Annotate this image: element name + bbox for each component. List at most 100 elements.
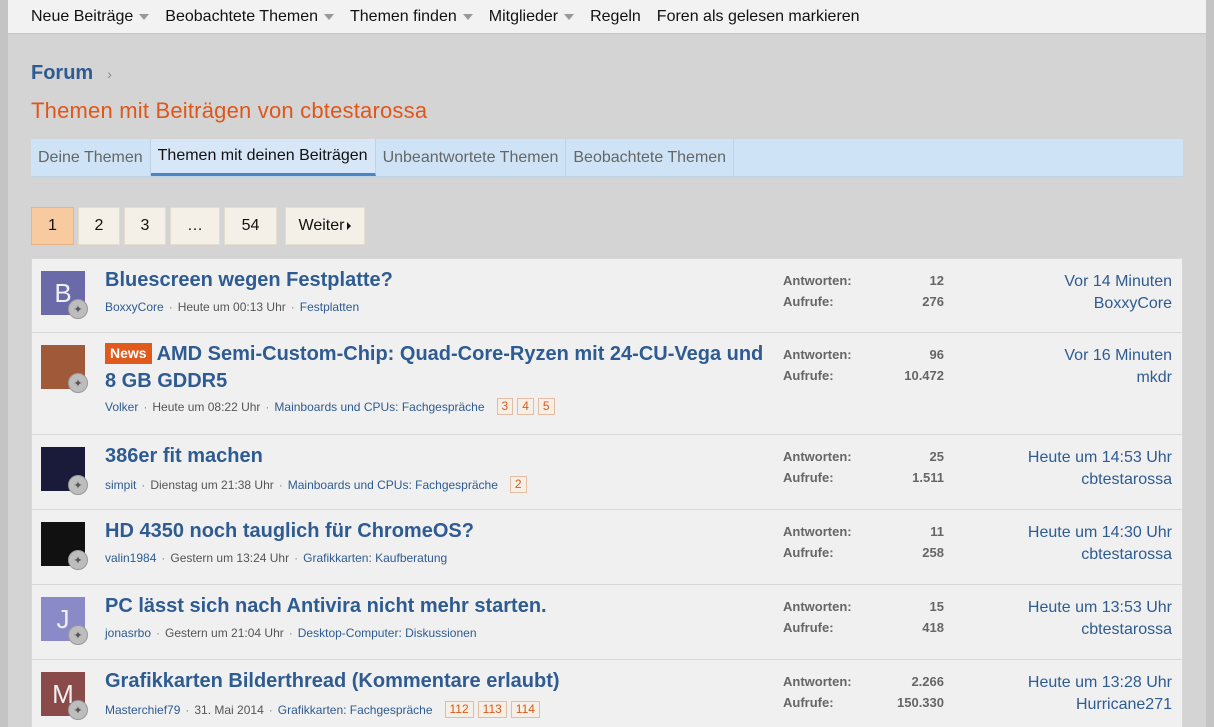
page-button[interactable]: … [170,207,220,245]
nav-item-label: Mitglieder [488,7,559,25]
thread-title-text: Grafikkarten Bilderthread (Kommentare er… [105,670,560,692]
thread-title-link[interactable]: Grafikkarten Bilderthread (Kommentare er… [105,668,765,695]
latest-post-user-link[interactable]: cbtestarossa [1028,619,1172,641]
tab-2[interactable]: Unbeantwortete Themen [376,139,567,176]
views-line: Aufrufe: 418 [783,617,944,638]
nav-item-1[interactable]: Beobachtete Themen [165,8,334,26]
nav-item-5[interactable]: Foren als gelesen markieren [657,8,860,26]
latest-post: Heute um 13:53 Uhr cbtestarossa [1028,597,1172,641]
thread-row: B ✦ Bluescreen wegen Festplatte? BoxxyCore ·… [32,259,1182,333]
replies-label: Antworten: [783,449,852,464]
thread-forum-link[interactable]: Desktop-Computer: Diskussionen [298,626,477,640]
views-count: 1.511 [912,470,944,485]
breadcrumb: Forum › [31,62,112,85]
thread-meta: jonasrbo · Gestern um 21:04 Uhr · Desktop-Co… [105,626,477,640]
thread-author-link[interactable]: jonasrbo [105,626,151,640]
nav-item-3[interactable]: Mitglieder [488,7,575,26]
thread-filter-tabs: Deine Themen Themen mit deinen Beiträgen U… [31,139,1183,177]
thread-stats: Antworten: 25 Aufrufe: 1.511 [783,446,944,488]
replies-line: Antworten: 12 [783,270,944,291]
thread-forum-link[interactable]: Festplatten [300,300,359,314]
tab-1[interactable]: Themen mit deinen Beiträgen [150,139,376,176]
news-prefix-badge[interactable]: News [105,343,152,364]
nav-item-0[interactable]: Neue Beiträge [31,8,150,26]
page-button[interactable]: 3 [124,207,166,245]
thread-stats: Antworten: 11 Aufrufe: 258 [783,521,944,563]
views-line: Aufrufe: 10.472 [783,365,944,386]
thread-start-date: Gestern um 13:24 Uhr [170,551,290,565]
thread-title-link[interactable]: PC lässt sich nach Antivira nicht mehr s… [105,593,765,620]
thread-stats: Antworten: 96 Aufrufe: 10.472 [783,344,944,386]
thread-forum-link[interactable]: Grafikkarten: Fachgespräche [278,703,433,717]
replies-label: Antworten: [783,273,852,288]
thread-meta: Volker · Heute um 08:22 Uhr · Mainboards und… [105,398,559,415]
thread-start-date: 31. Mai 2014 [194,702,264,717]
latest-post-time-link[interactable]: Heute um 13:28 Uhr [1028,672,1172,694]
thread-page-link[interactable]: 113 [477,701,507,718]
thread-title-link[interactable]: 386er fit machen [105,443,765,470]
left-edge [0,0,8,727]
thread-forum-link[interactable]: Mainboards und CPUs: Fachgespräche [288,478,498,492]
thread-page-link[interactable]: 4 [517,398,534,415]
latest-post-user-link[interactable]: Hurricane271 [1028,694,1172,716]
thread-page-link[interactable]: 5 [537,398,555,415]
thread-row: J ✦ PC lässt sich nach Antivira nicht mehr… [32,585,1182,660]
next-page-button[interactable]: Weiter [285,207,365,245]
thread-meta: simpit · Dienstag um 21:38 Uhr · Mainboards … [105,476,531,493]
nav-item-label: Themen finden [350,7,457,25]
page-button[interactable]: 54 [224,207,277,245]
thread-title-link[interactable]: HD 4350 noch tauglich für ChromeOS? [105,518,765,545]
thread-page-link[interactable]: 112 [444,701,474,718]
thread-page-link[interactable]: 114 [510,701,540,718]
thread-page-link[interactable]: 3 [496,398,514,415]
meta-separator: · [168,300,173,314]
tab-3[interactable]: Beobachtete Themen [566,139,735,176]
meta-separator: · [290,300,295,314]
views-count: 276 [922,294,944,309]
page-button[interactable]: 2 [78,207,120,245]
latest-post-user-link[interactable]: cbtestarossa [1028,544,1172,566]
latest-post-user-link[interactable]: mkdr [1064,367,1172,389]
page-button[interactable]: 1 [31,207,74,245]
views-label: Aufrufe: [783,294,834,309]
nav-item-2[interactable]: Themen finden [350,8,473,26]
thread-author-link[interactable]: valin1984 [105,551,156,565]
latest-post-time-link[interactable]: Vor 14 Minuten [1064,271,1172,293]
thread-author-link[interactable]: Masterchief79 [105,703,180,717]
latest-post-time-link[interactable]: Heute um 13:53 Uhr [1028,597,1172,619]
nav-item-4[interactable]: Regeln [590,8,641,26]
latest-post-time-link[interactable]: Vor 16 Minuten [1064,345,1172,367]
chevron-down-icon[interactable] [139,13,150,20]
views-label: Aufrufe: [783,368,834,383]
thread-title-link[interactable]: Bluescreen wegen Festplatte? [105,267,765,294]
chevron-down-icon[interactable] [462,13,473,20]
thread-row: M ✦ Grafikkarten Bilderthread (Kommentare … [32,660,1182,727]
thread-forum-link[interactable]: Mainboards und CPUs: Fachgespräche [274,400,484,414]
views-label: Aufrufe: [783,695,834,710]
chevron-down-icon[interactable] [324,13,334,20]
rank-badge-icon: ✦ [68,373,88,393]
thread-forum-link[interactable]: Grafikkarten: Kaufberatung [303,551,447,565]
meta-separator: · [143,399,148,414]
thread-title-text: AMD Semi-Custom-Chip: Quad-Core-Ryzen mi… [105,343,764,392]
breadcrumb-forum-link[interactable]: Forum [31,62,93,85]
thread-page-link[interactable]: 2 [509,476,527,493]
thread-title-link[interactable]: News AMD Semi-Custom-Chip: Quad-Core-Ryze… [105,341,765,395]
pagination: 1 2 3… 54 Weiter [31,207,369,245]
latest-post-time-link[interactable]: Heute um 14:30 Uhr [1028,522,1172,544]
rank-badge-icon: ✦ [68,475,88,495]
thread-author-link[interactable]: simpit [105,478,136,492]
chevron-down-icon[interactable] [564,13,575,20]
replies-label: Antworten: [783,674,852,689]
latest-post-user-link[interactable]: cbtestarossa [1028,469,1172,491]
tab-0[interactable]: Deine Themen [31,139,151,176]
rank-badge-icon: ✦ [68,625,88,645]
thread-author-link[interactable]: BoxxyCore [105,300,164,314]
thread-author-link[interactable]: Volker [105,400,138,414]
latest-post-user-link[interactable]: BoxxyCore [1064,293,1172,315]
thread-page-links: 345 [496,398,559,415]
meta-separator: · [185,702,190,717]
views-line: Aufrufe: 276 [783,291,944,312]
replies-label: Antworten: [783,599,852,614]
latest-post-time-link[interactable]: Heute um 14:53 Uhr [1028,447,1172,469]
